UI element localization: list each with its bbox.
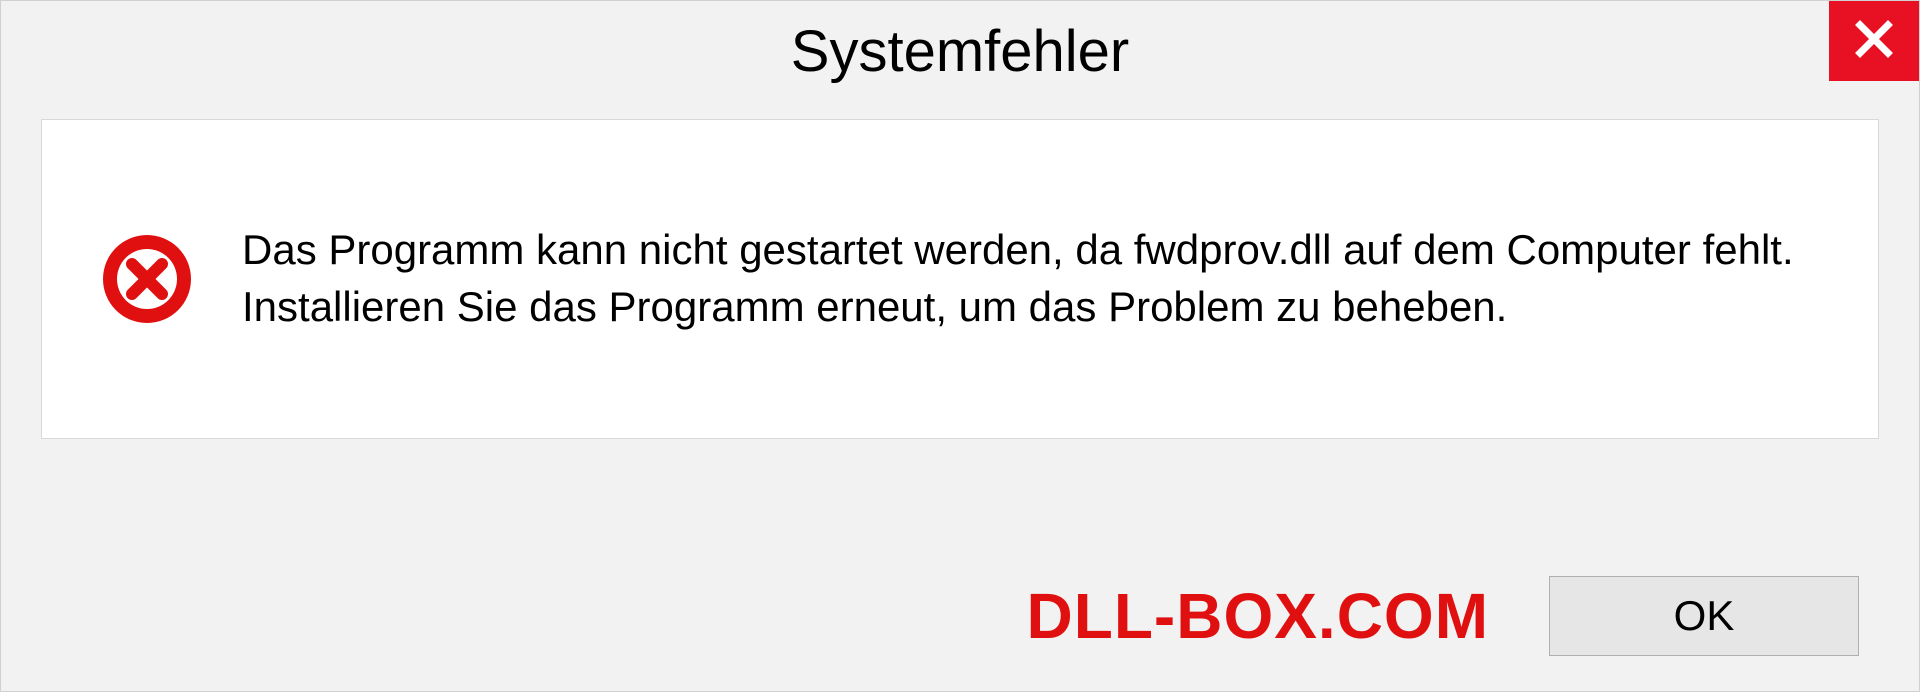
error-icon [102,234,192,324]
close-icon [1854,19,1894,64]
dialog-footer: DLL-BOX.COM OK [1,541,1919,691]
error-message: Das Programm kann nicht gestartet werden… [242,222,1818,335]
ok-button[interactable]: OK [1549,576,1859,656]
watermark-text: DLL-BOX.COM [1027,579,1490,653]
close-button[interactable] [1829,1,1919,81]
dialog-title: Systemfehler [791,18,1129,85]
title-bar: Systemfehler [1,1,1919,101]
message-panel: Das Programm kann nicht gestartet werden… [41,119,1879,439]
